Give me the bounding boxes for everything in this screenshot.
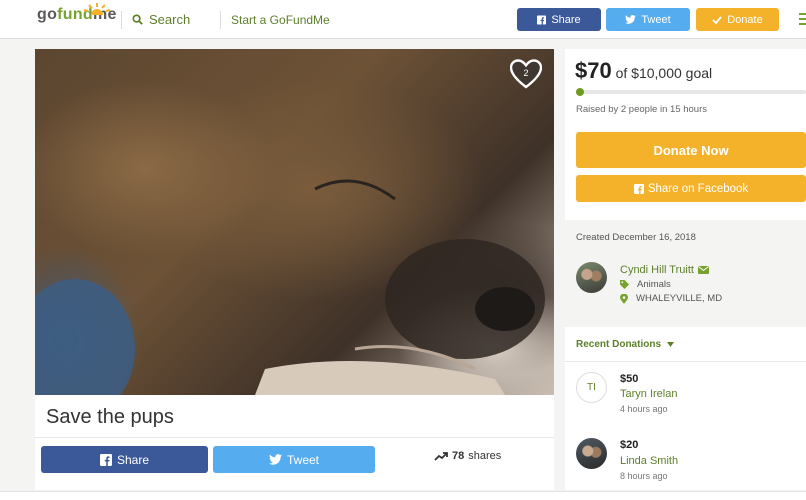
donation-amount: $50: [620, 373, 639, 385]
search-icon: [132, 14, 143, 25]
mail-icon[interactable]: [697, 266, 709, 274]
header-share-button[interactable]: Share: [517, 8, 601, 31]
location-label: WHALEYVILLE, MD: [636, 293, 723, 304]
header-share-label: Share: [551, 13, 581, 26]
shares-count: 78 shares: [434, 450, 501, 462]
puppy-illustration: [35, 179, 545, 395]
organizer-name: Cyndi Hill Truitt: [620, 264, 694, 276]
donor-name[interactable]: Linda Smith: [620, 455, 678, 467]
raised-by-text: Raised by 2 people in 15 hours: [576, 104, 707, 115]
goal-text: of $10,000 goal: [615, 65, 713, 81]
bottom-bar: [0, 491, 806, 500]
category-row: Animals: [620, 279, 671, 290]
header-tweet-label: Tweet: [641, 13, 671, 26]
menu-icon[interactable]: [799, 13, 806, 28]
trend-icon: [434, 451, 448, 461]
raised-value: $70: [575, 58, 612, 83]
shares-label: shares: [468, 450, 502, 462]
donation-time: 8 hours ago: [620, 471, 668, 481]
recent-donations-heading: Recent Donations: [576, 339, 662, 350]
location-row: WHALEYVILLE, MD: [620, 293, 722, 304]
header-tweet-button[interactable]: Tweet: [606, 8, 690, 31]
campaign-title: Save the pups: [46, 406, 174, 428]
donor-avatar: [576, 438, 607, 469]
donor-avatar: TI: [576, 372, 607, 403]
heart-icon[interactable]: 2: [510, 59, 542, 89]
organizer-avatar[interactable]: [576, 262, 607, 293]
donation-amount: $20: [620, 439, 639, 451]
progress-fill: [576, 88, 584, 96]
donor-name[interactable]: Taryn Irelan: [620, 388, 677, 400]
twitter-icon: [268, 454, 282, 465]
logo-text-go: go: [37, 6, 58, 23]
recent-donations-dropdown[interactable]: Recent Donations: [576, 339, 675, 350]
search-label: Search: [149, 12, 191, 27]
progress-bar: [576, 90, 806, 94]
campaign-share-button[interactable]: Share: [41, 446, 208, 473]
logo-sun-icon: [83, 3, 111, 15]
campaign-tweet-button[interactable]: Tweet: [213, 446, 375, 473]
check-icon: [712, 15, 722, 24]
facebook-icon: [537, 15, 547, 24]
created-date: Created December 16, 2018: [576, 232, 696, 243]
heart-count: 2: [523, 68, 528, 78]
facebook-icon: [633, 183, 644, 194]
search-link[interactable]: Search: [132, 12, 190, 27]
share-on-facebook-label: Share on Facebook: [647, 182, 749, 195]
header-donate-button[interactable]: Donate: [696, 8, 779, 31]
top-header: gofundme Search Start a GoFundMe Share T…: [0, 0, 806, 39]
campaign-tweet-label: Tweet: [286, 452, 319, 467]
chevron-down-icon: [667, 342, 675, 347]
header-donate-label: Donate: [727, 13, 763, 26]
facebook-icon: [99, 453, 112, 466]
header-divider: [121, 11, 122, 29]
title-divider: [35, 437, 554, 438]
share-on-facebook-button[interactable]: Share on Facebook: [576, 175, 806, 202]
map-pin-icon: [620, 293, 628, 304]
recent-donations-divider: [565, 361, 806, 362]
campaign-photo: [35, 49, 554, 395]
header-divider: [220, 11, 221, 29]
category-label[interactable]: Animals: [637, 279, 671, 290]
start-gofundme-link[interactable]: Start a GoFundMe: [231, 13, 330, 27]
twitter-icon: [625, 15, 637, 24]
raised-amount: $70 of $10,000 goal: [575, 58, 712, 84]
donation-time: 4 hours ago: [620, 404, 668, 414]
campaign-share-label: Share: [116, 452, 150, 467]
shares-number: 78: [452, 450, 465, 462]
donate-now-button[interactable]: Donate Now: [576, 132, 806, 168]
tag-icon: [620, 280, 629, 289]
organizer-link[interactable]: Cyndi Hill Truitt: [620, 264, 709, 276]
